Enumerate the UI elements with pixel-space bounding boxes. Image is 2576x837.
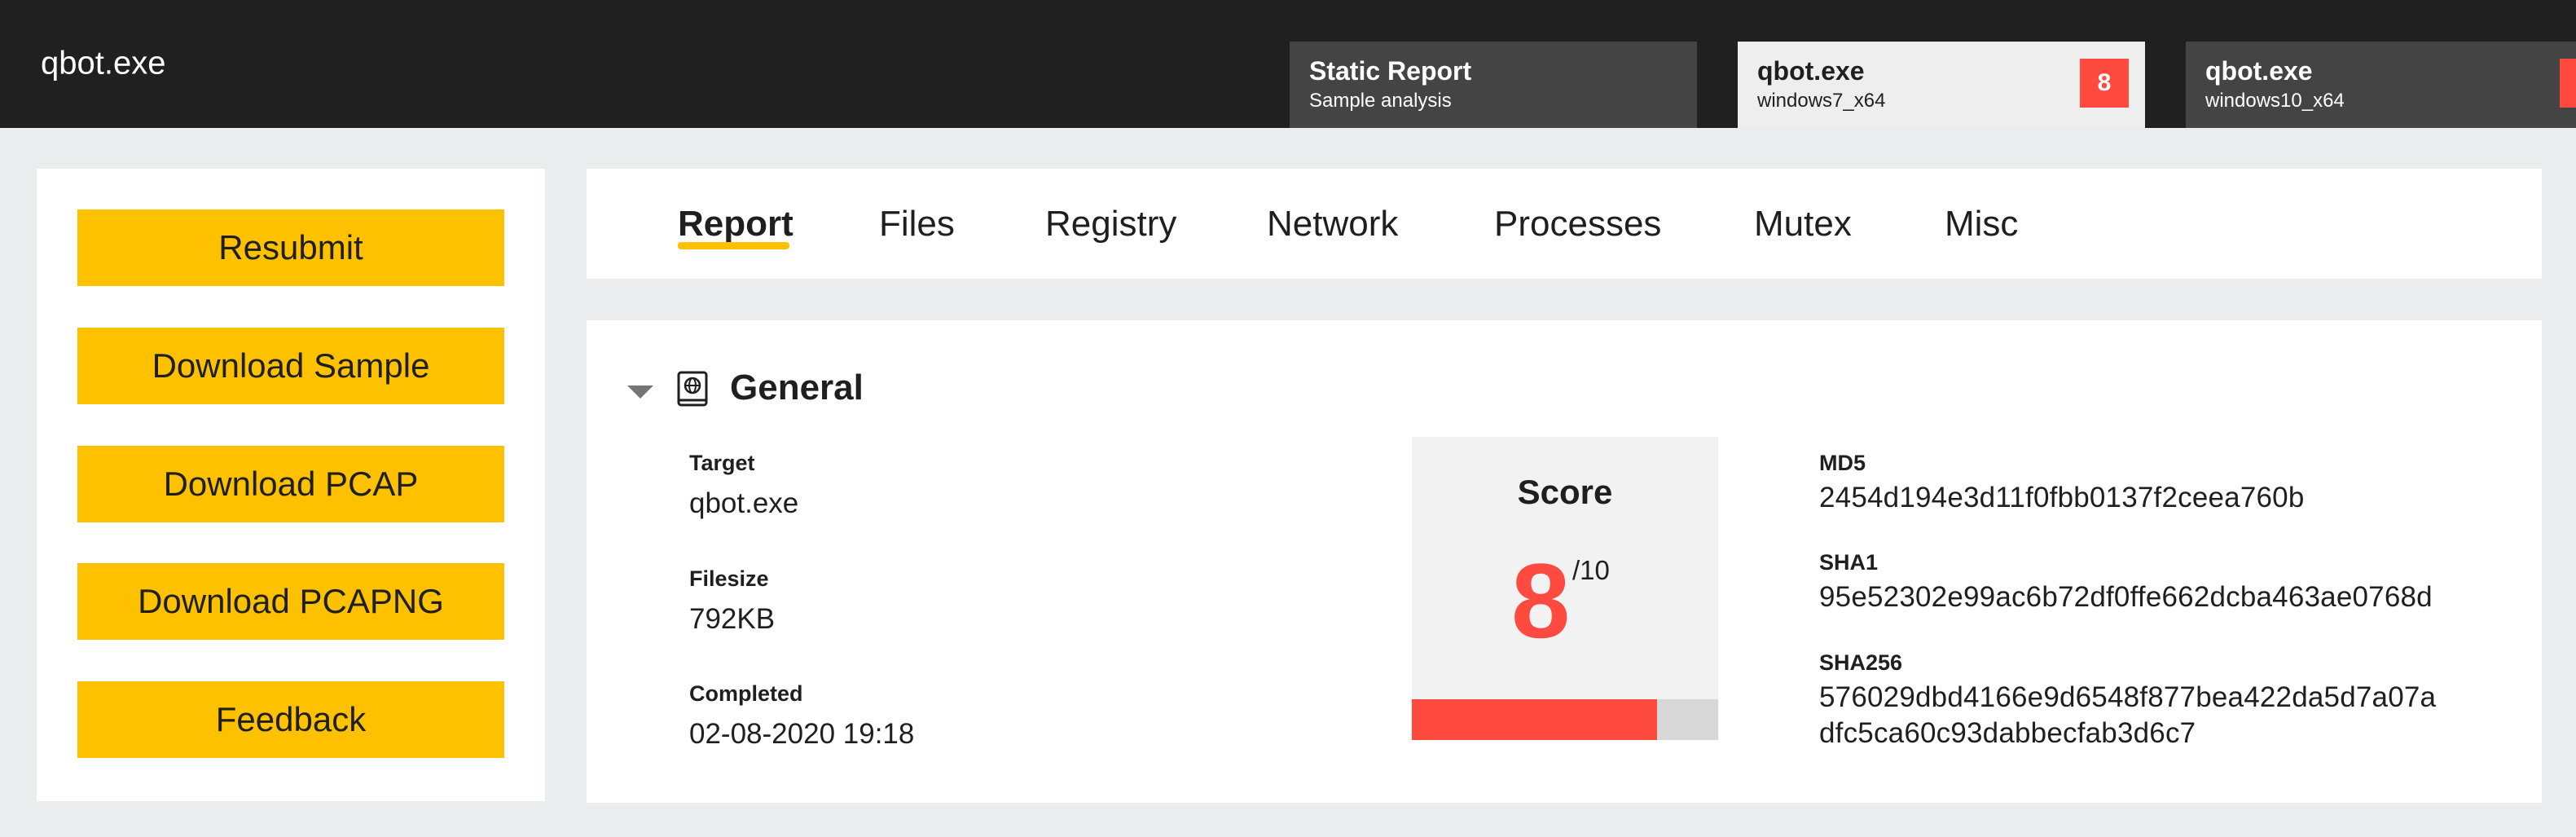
score-value: 8 (1511, 541, 1571, 660)
action-sidebar: Resubmit Download Sample Download PCAP D… (37, 169, 545, 801)
sha256-value-line1: 576029dbd4166e9d6548f877bea422da5d7a07a (1819, 681, 2437, 713)
tab-title: qbot.exe (1757, 56, 1865, 86)
score-badge: 1 (2560, 59, 2576, 108)
sha256-label: SHA256 (1819, 650, 1903, 675)
score-card: Score 8 /10 (1412, 437, 1718, 740)
tab-windows7-report[interactable]: qbot.exe windows7_x64 8 (1738, 42, 2145, 128)
tab-title: Static Report (1309, 56, 1472, 86)
tab-subtitle: windows10_x64 (2205, 90, 2345, 112)
app-title: qbot.exe (41, 45, 166, 81)
top-bar: qbot.exe Static Report Sample analysis q… (0, 0, 2576, 128)
feedback-button[interactable]: Feedback (77, 681, 504, 758)
download-sample-button[interactable]: Download Sample (77, 328, 504, 404)
tab-subtitle: Sample analysis (1309, 90, 1452, 112)
filesize-label: Filesize (689, 566, 769, 591)
tab-title: qbot.exe (2205, 56, 2313, 86)
tab-mutex[interactable]: Mutex (1754, 169, 1852, 279)
tab-files[interactable]: Files (879, 169, 955, 279)
sha1-label: SHA1 (1819, 550, 1879, 575)
tab-windows10-report[interactable]: qbot.exe windows10_x64 1 (2186, 42, 2576, 128)
score-title: Score (1517, 473, 1613, 511)
score-bar-fill (1412, 699, 1657, 740)
tab-network[interactable]: Network (1267, 169, 1398, 279)
download-pcap-button[interactable]: Download PCAP (77, 446, 504, 522)
general-section: General Target qbot.exe Filesize 792KB C… (587, 320, 2542, 803)
completed-value: 02-08-2020 19:18 (689, 718, 915, 750)
tab-static-report[interactable]: Static Report Sample analysis (1290, 42, 1697, 128)
report-nav: Report Files Registry Network Processes … (587, 169, 2542, 279)
download-pcapng-button[interactable]: Download PCAPNG (77, 563, 504, 640)
sha256-value-line2: dfc5ca60c93dabbecfab3d6c7 (1819, 717, 2196, 749)
tab-misc[interactable]: Misc (1945, 169, 2018, 279)
md5-value: 2454d194e3d11f0fbb0137f2ceea760b (1819, 482, 2305, 513)
score-bar (1412, 699, 1718, 740)
tab-processes[interactable]: Processes (1494, 169, 1661, 279)
tab-registry[interactable]: Registry (1045, 169, 1176, 279)
active-tab-indicator (678, 242, 789, 249)
target-label: Target (689, 451, 755, 475)
section-title: General (730, 368, 864, 407)
completed-label: Completed (689, 681, 803, 706)
tab-report[interactable]: Report (678, 169, 793, 279)
target-value: qbot.exe (689, 487, 799, 519)
resubmit-button[interactable]: Resubmit (77, 209, 504, 286)
collapse-caret-icon[interactable] (627, 385, 653, 399)
md5-label: MD5 (1819, 451, 1866, 475)
filesize-value: 792KB (689, 603, 776, 635)
sha1-value: 95e52302e99ac6b72df0ffe662dcba463ae0768d (1819, 581, 2433, 613)
tab-subtitle: windows7_x64 (1757, 90, 1886, 112)
globe-document-icon (677, 371, 708, 407)
score-max: /10 (1572, 555, 1610, 585)
score-badge: 8 (2080, 59, 2129, 108)
